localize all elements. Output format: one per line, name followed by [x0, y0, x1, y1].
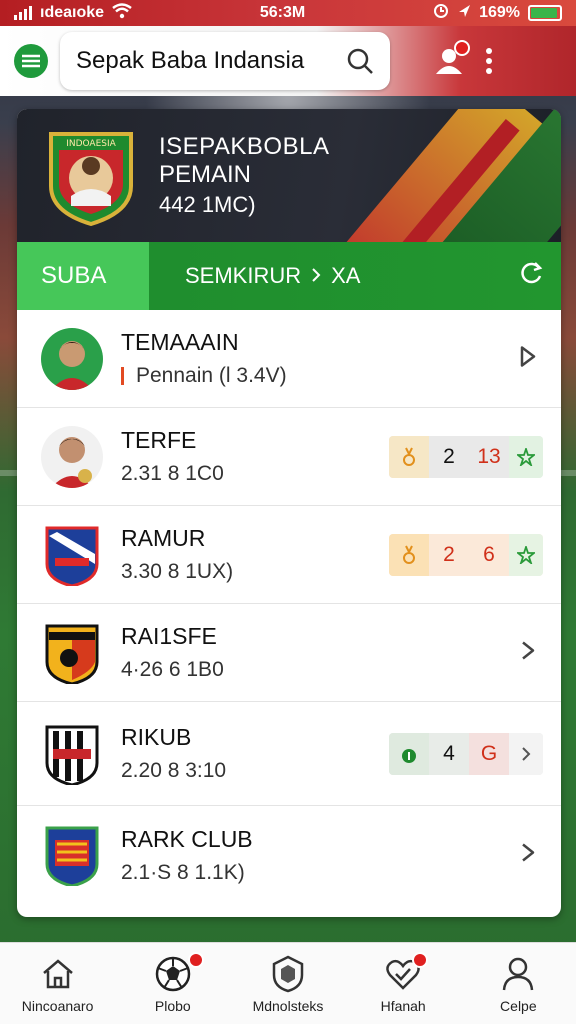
medal-icon: [389, 435, 429, 478]
search-icon[interactable]: [346, 47, 374, 75]
stat-value: 2: [443, 444, 455, 468]
nav-label: Plobo: [154, 997, 191, 1014]
club-logo: [41, 824, 103, 886]
club-logo: [41, 622, 103, 684]
nav-item-home[interactable]: Nincoanaro: [3, 954, 113, 1014]
chevron-right-icon[interactable]: [517, 841, 539, 870]
nav-label: Hfanah: [380, 997, 426, 1014]
nav-item-heart[interactable]: Hfanah: [348, 951, 458, 1014]
nav-item-profile[interactable]: Celpe: [463, 954, 573, 1014]
tab-suba[interactable]: SUBA: [17, 242, 149, 310]
tab-bar: SUBA SEMKIRUR XA: [17, 242, 561, 310]
player-avatar: [41, 327, 103, 390]
hero-title: ISEPAKBOBLA: [159, 132, 330, 160]
item-name: RAI1SFE: [121, 623, 217, 649]
star-icon[interactable]: [509, 533, 543, 576]
item-name: TEMAAAIN: [121, 329, 239, 355]
location-icon: [457, 3, 471, 24]
list-item[interactable]: RAMUR 3.30 8 1UX) 2 6: [17, 506, 561, 604]
search-query: Sepak Baba Indansia: [76, 47, 305, 74]
clock: 56:3M: [259, 4, 306, 21]
team-crest-logo: INDOAESIA: [45, 126, 137, 226]
star-icon[interactable]: [509, 435, 543, 478]
item-meta: 4·26 6 1B0: [121, 658, 224, 681]
club-logo: [41, 524, 103, 586]
medal-icon: [389, 533, 429, 576]
list-item[interactable]: RAI1SFE 4·26 6 1B0: [17, 604, 561, 702]
item-meta: 2.1·S 8 1.1K): [121, 860, 245, 884]
club-logo: [41, 723, 103, 785]
chevron-right-icon[interactable]: [509, 732, 543, 775]
back-button[interactable]: [14, 44, 48, 78]
notification-badge: [454, 40, 470, 56]
list-item[interactable]: RIKUB 2.20 8 3:10 4 G: [17, 702, 561, 806]
chevron-right-icon: [311, 263, 321, 289]
tab-suffix: XA: [331, 263, 361, 288]
nav-item-ball[interactable]: Plobo: [118, 951, 228, 1014]
profile-alert-button[interactable]: [432, 40, 470, 78]
list-item[interactable]: TERFE 2.31 8 1C0 2 13: [17, 408, 561, 506]
medal-icon: [389, 732, 429, 775]
notification-badge: [187, 951, 204, 968]
stat-chips: 2 6: [389, 533, 543, 576]
home-icon: [42, 958, 73, 988]
alarm-icon: [433, 3, 449, 24]
hero-subtitle: PEMAIN: [159, 160, 252, 188]
app-bar: Sepak Baba Indansia: [0, 26, 576, 96]
status-bar: ıdeaıoke 56:3M 169%: [0, 0, 576, 26]
search-input[interactable]: Sepak Baba Indansia: [60, 32, 390, 90]
nav-item-shield[interactable]: Mdnolsteks: [233, 954, 343, 1014]
wifi-icon: [112, 2, 132, 24]
nav-label: Celpe: [500, 997, 537, 1014]
nav-label: Nincoanaro: [21, 997, 94, 1014]
bottom-nav: Nincoanaro Plobo Mdnolsteks Hfanah Celpe: [0, 942, 576, 1024]
stat-score: 6: [483, 542, 495, 566]
notification-badge: [412, 951, 429, 968]
chevron-right-icon[interactable]: [517, 638, 539, 667]
stat-value: 4: [443, 741, 455, 765]
refresh-icon[interactable]: [519, 260, 545, 292]
battery-percent: 169%: [479, 4, 520, 21]
item-name: RARK CLUB: [121, 825, 253, 852]
tab-semkirur[interactable]: SEMKIRUR XA: [149, 242, 561, 310]
player-list: TEMAAAIN Pennain (l 3.4V) TERFE 2.31 8 1…: [17, 310, 561, 904]
hero-count: 442 1MC): [159, 191, 256, 217]
chevron-right-icon[interactable]: [517, 344, 539, 373]
more-options-button[interactable]: [486, 48, 492, 74]
svg-text:INDOAESIA: INDOAESIA: [66, 139, 116, 149]
profile-icon: [503, 957, 534, 990]
signal-icon: [14, 6, 32, 20]
stat-value: 2: [443, 542, 455, 566]
main-card: INDOAESIA ISEPAKBOBLA PEMAIN 442 1MC) SU…: [17, 109, 561, 917]
nav-label: Mdnolsteks: [252, 997, 324, 1014]
stat-chips: 2 13: [389, 435, 543, 478]
soccer-ball-icon: [155, 956, 191, 991]
carrier-label: ıdeaıoke: [40, 4, 105, 21]
tab-semkirur-label: SEMKIRUR: [185, 263, 302, 288]
stat-score: 13: [477, 444, 501, 468]
hero-banner: INDOAESIA ISEPAKBOBLA PEMAIN 442 1MC): [17, 109, 561, 242]
stat-score: G: [469, 732, 509, 775]
shield-icon: [272, 955, 304, 992]
list-item[interactable]: RARK CLUB 2.1·S 8 1.1K): [17, 806, 561, 904]
battery-icon: [528, 5, 562, 21]
menu-arrow-icon: [22, 54, 40, 68]
item-meta: Pennain (l 3.4V): [136, 364, 287, 387]
player-avatar: [41, 425, 103, 488]
stat-chips: 4 G: [389, 732, 543, 775]
list-item[interactable]: TEMAAAIN Pennain (l 3.4V): [17, 310, 561, 408]
